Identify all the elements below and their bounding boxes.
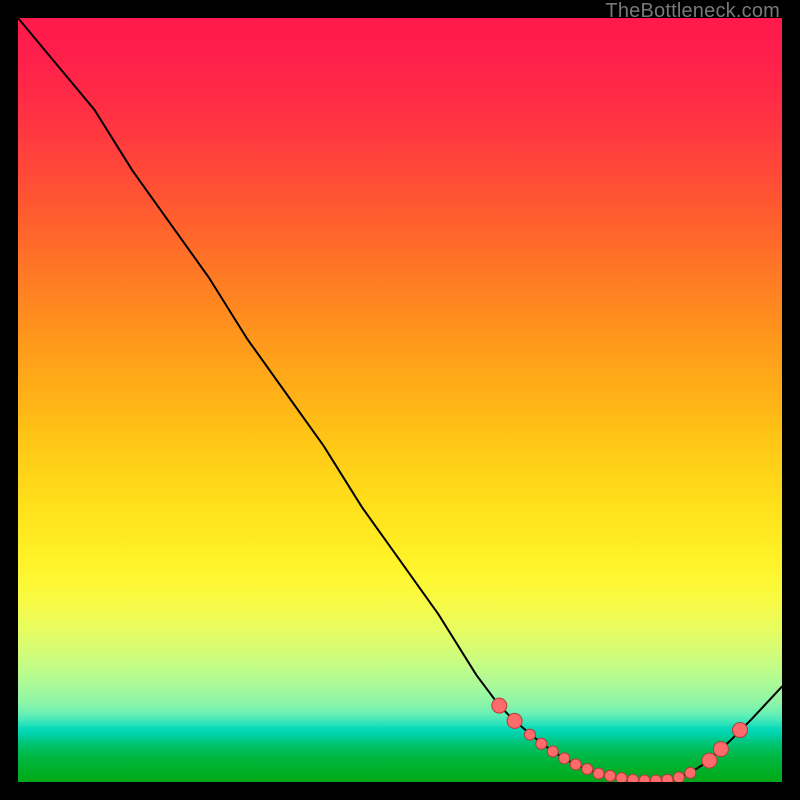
marker-dot <box>673 772 684 782</box>
marker-dot <box>685 767 696 778</box>
chart-stage: TheBottleneck.com <box>0 0 800 800</box>
marker-dot <box>507 713 522 728</box>
watermark: TheBottleneck.com <box>605 0 780 23</box>
marker-dot <box>492 698 507 713</box>
marker-dot <box>536 738 547 749</box>
marker-dot <box>524 729 535 740</box>
marker-dot <box>713 742 728 757</box>
marker-dot <box>570 759 581 770</box>
marker-dot <box>559 753 570 764</box>
marker-dot <box>616 773 627 782</box>
marker-dot <box>593 768 604 779</box>
marker-dot <box>547 746 558 757</box>
marker-dot <box>628 774 639 782</box>
marker-dot <box>702 753 717 768</box>
marker-dot <box>732 723 747 738</box>
gradient-background <box>18 18 782 782</box>
bottleneck-chart <box>18 18 782 782</box>
marker-dot <box>582 764 593 775</box>
marker-dot <box>650 775 661 782</box>
marker-dot <box>605 770 616 781</box>
marker-dot <box>639 775 650 782</box>
marker-dot <box>662 774 673 782</box>
